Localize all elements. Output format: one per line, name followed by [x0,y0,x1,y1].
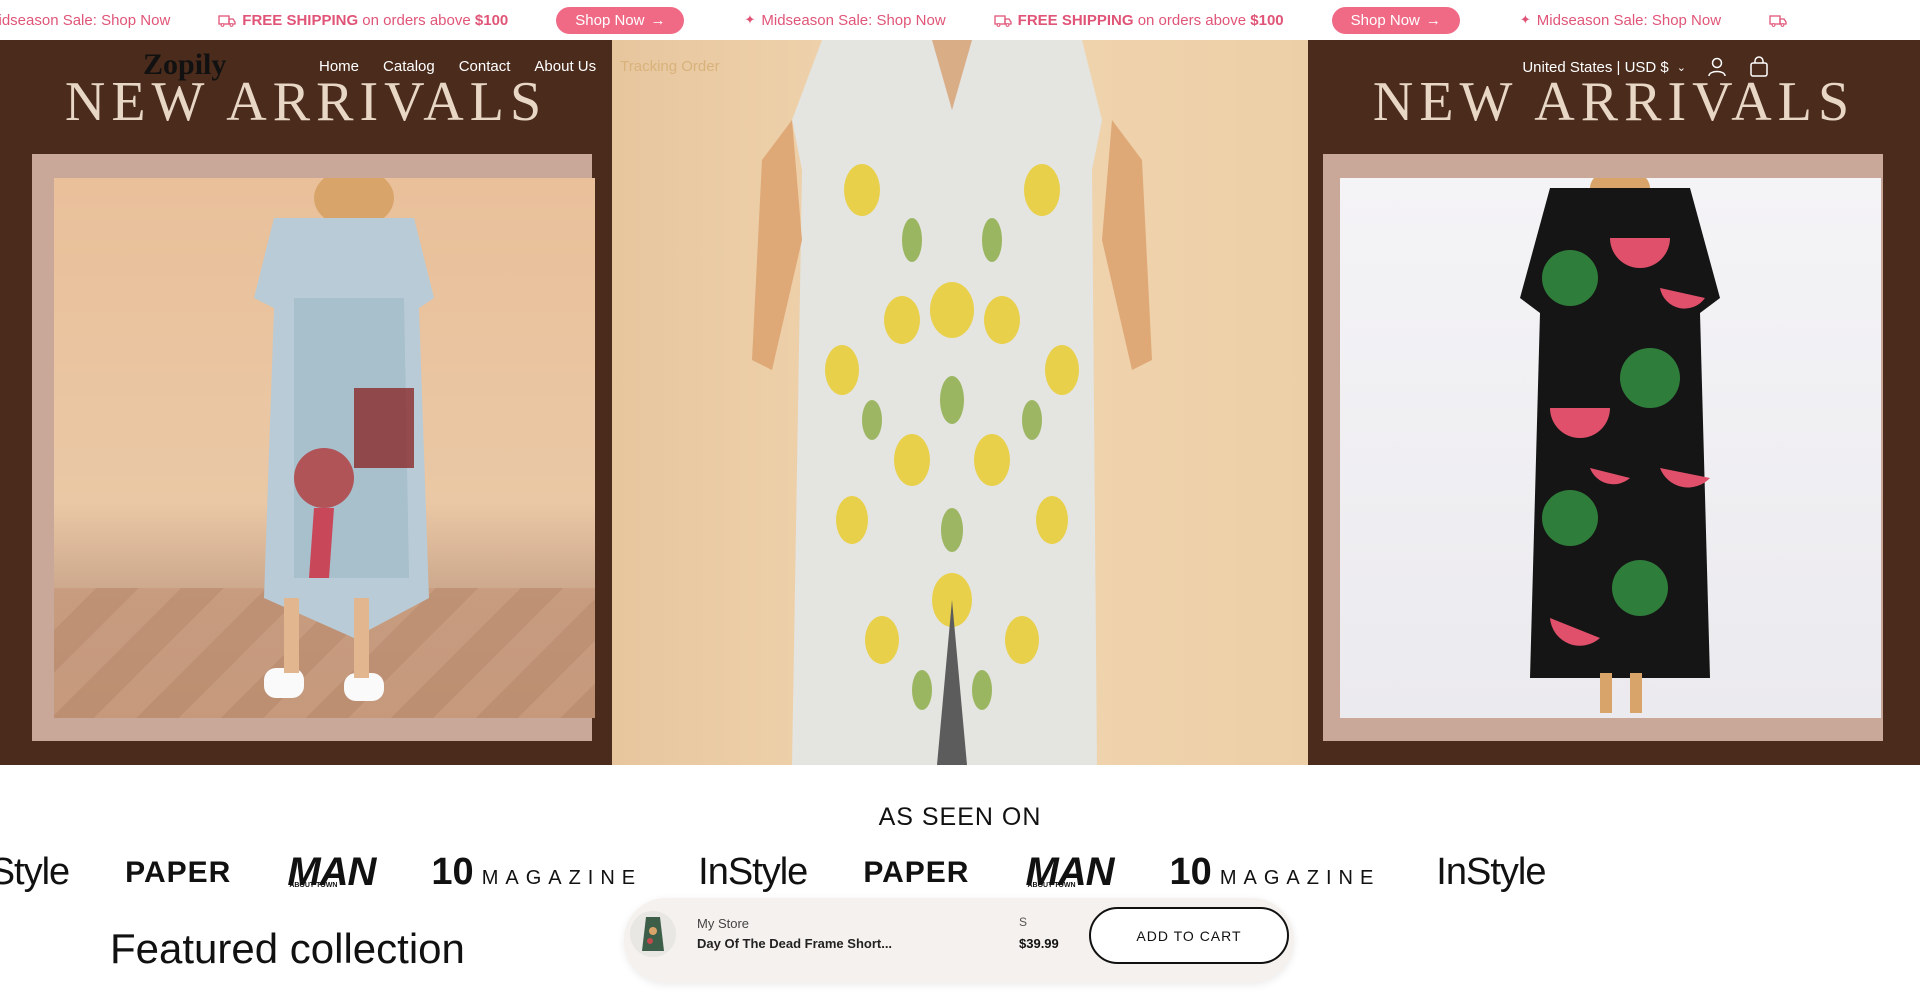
shop-now-label[interactable]: Shop Now [1351,12,1420,29]
sparkle-icon: ✦ [1519,12,1531,27]
announcement-bar: Midseason Sale: Shop Now FREE SHIPPING o… [0,0,1920,40]
sale-text[interactable]: Midseason Sale: Shop Now [0,12,170,29]
sale-text[interactable]: Midseason Sale: Shop Now [761,12,945,29]
ten-magazine-number: 10 [431,851,474,893]
instyle-logo: InStyle [698,851,808,893]
hero-panel-center [612,40,1308,765]
ten-magazine-logo: 10 MAGAZINE [431,851,642,894]
man-logo: MAN ABOUT TOWN [287,850,376,895]
man-logo-subtitle: ABOUT TOWN [1027,882,1076,889]
truck-icon [218,14,236,27]
announcement-shipping: FREE SHIPPING on orders above $100 [218,12,508,29]
nav-home[interactable]: Home [319,58,359,75]
cart-icon[interactable] [1748,56,1770,78]
man-logo: MAN ABOUT TOWN [1025,850,1114,895]
nav-tracking-order[interactable]: Tracking Order [620,58,719,75]
announcement-shipping [1769,14,1793,27]
shipping-amount: $100 [1250,11,1284,29]
nav-catalog[interactable]: Catalog [383,58,435,75]
arrow-right-icon: → [1425,11,1441,29]
announcement-sale[interactable]: ✦ Midseason Sale: Shop Now [744,12,945,29]
ten-magazine-word: MAGAZINE [481,867,643,889]
add-to-cart-button[interactable]: ADD TO CART [1089,907,1289,964]
arrow-right-icon: → [650,11,666,29]
sticky-store-name: My Store [697,916,750,931]
shipping-mid: on orders above [358,11,475,29]
hero-banner[interactable]: NEW ARRIVALS NEW ARRIVALS [0,40,1920,765]
sale-text[interactable]: Midseason Sale: Shop Now [1537,12,1721,29]
chevron-down-icon: ⌄ [1676,61,1686,74]
dress-illustration [204,168,464,718]
site-header: Zopily Home Catalog Contact About Us Tra… [0,40,1920,96]
shipping-mid: on orders above [1133,11,1251,29]
sparkle-icon: ✦ [744,12,756,27]
nav-about-us[interactable]: About Us [534,58,596,75]
hero-panel-right: NEW ARRIVALS [1308,40,1920,765]
featured-collection-title: Featured collection [110,925,465,972]
ten-magazine-word: MAGAZINE [1219,867,1381,889]
shipping-bold: FREE SHIPPING [1017,11,1134,29]
shop-now-label[interactable]: Shop Now [575,12,644,29]
shop-now-button[interactable]: Shop Now → [556,6,685,34]
nav-contact[interactable]: Contact [459,58,511,75]
as-seen-on-section: AS SEEN ON InStyle PAPER MANABOUT TOWN 1… [0,765,1920,915]
photo-frame [1323,154,1883,741]
store-logo[interactable]: Zopily [143,48,226,82]
dress-illustration [752,40,1152,765]
announcement-shipping: FREE SHIPPING on orders above $100 [994,12,1284,29]
photo-frame [32,154,595,741]
truck-icon [1769,14,1787,27]
sticky-product-name: Day Of The Dead Frame Short... [697,936,893,951]
main-nav: Home Catalog Contact About Us Tracking O… [319,58,720,75]
announcement-sale[interactable]: ✦ Midseason Sale: Shop Now [1520,12,1721,29]
currency-selector[interactable]: United States | USD $ ⌄ [1522,59,1686,76]
paper-logo: PAPER [125,855,232,889]
product-photo-watermelon-dress [1340,168,1881,718]
as-seen-on-title: AS SEEN ON [878,803,1042,831]
shop-now-button[interactable]: Shop Now → [1331,6,1460,34]
paper-logo: PAPER [863,855,970,889]
header-actions: United States | USD $ ⌄ [1522,56,1770,78]
ten-magazine-logo: 10 MAGAZINE [1170,851,1381,894]
ten-magazine-number: 10 [1169,851,1212,893]
man-logo-subtitle: ABOUT TOWN [289,882,338,889]
currency-label[interactable]: United States | USD $ [1522,59,1668,76]
sticky-price: $39.99 [1019,936,1059,951]
shipping-amount: $100 [474,11,509,29]
sticky-variant-size: S [1019,915,1028,929]
announcement-track: Midseason Sale: Shop Now FREE SHIPPING o… [0,0,1841,40]
hero-panel-left: NEW ARRIVALS [0,40,612,765]
announcement-sale[interactable]: Midseason Sale: Shop Now [0,12,170,29]
instyle-logo: InStyle [0,851,70,893]
dress-illustration [1490,168,1750,718]
shipping-bold: FREE SHIPPING [242,11,359,29]
product-thumbnail [630,911,676,957]
truck-icon [994,14,1012,27]
instyle-logo: InStyle [1436,851,1546,893]
press-logos: InStyle PAPER MANABOUT TOWN 10 MAGAZINE I… [0,850,1601,895]
product-photo-christmas-dress [54,168,595,718]
account-icon[interactable] [1706,56,1728,78]
